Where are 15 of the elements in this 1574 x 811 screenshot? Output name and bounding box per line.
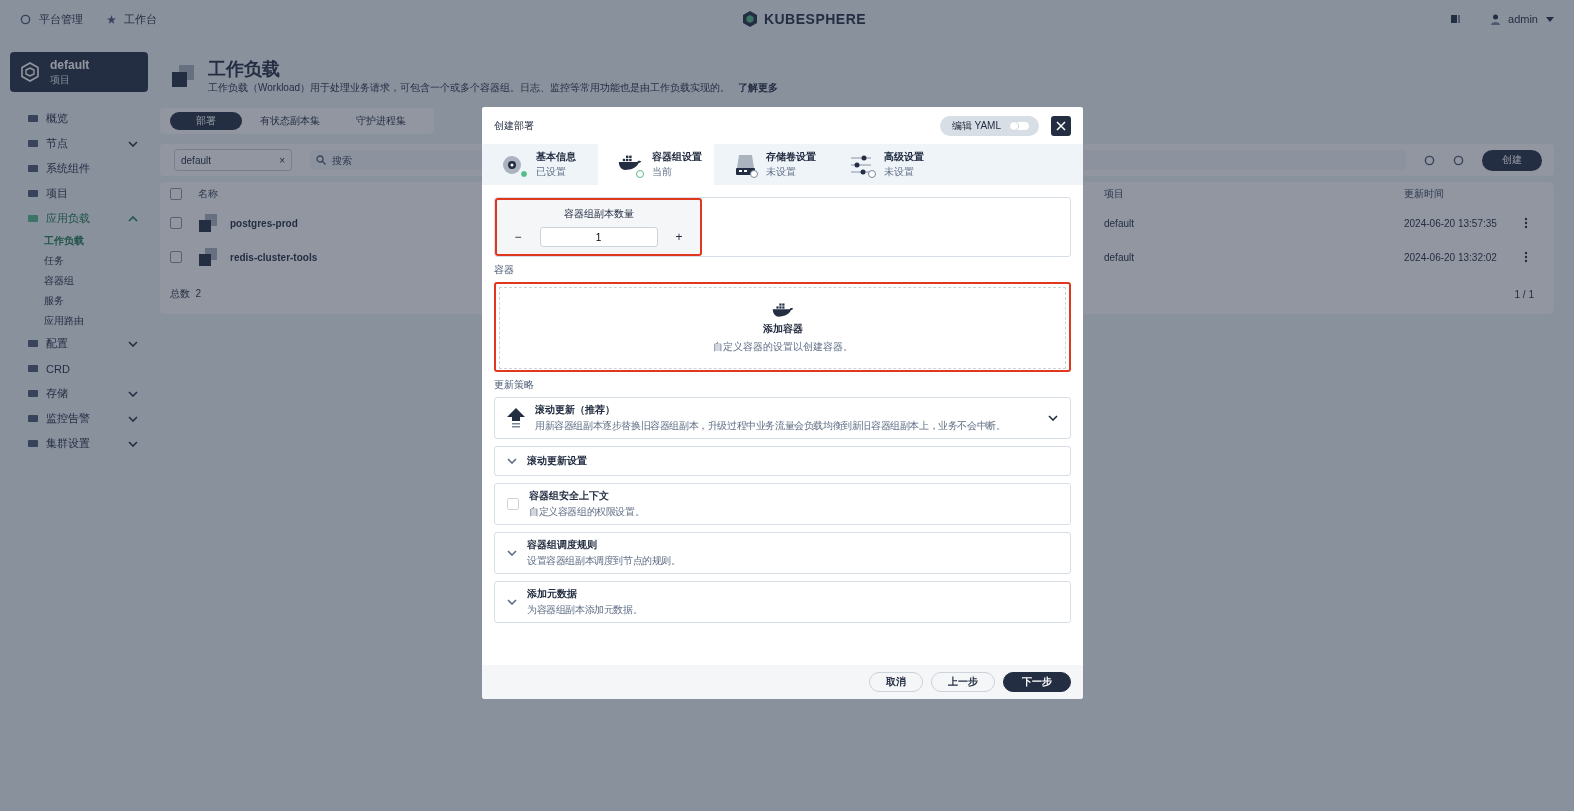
pagination: 1 / 1 — [1514, 288, 1534, 300]
table-cell-text: 2024-06-20 13:32:02 — [1404, 251, 1498, 263]
table-cell-text: default — [1104, 217, 1136, 229]
table-cell-text: default — [1104, 251, 1136, 263]
dialog-title: 创建部署 — [494, 118, 535, 133]
total-count: 总数 2 — [170, 287, 202, 301]
section-label: 更新策略 — [494, 378, 535, 392]
workspace-type: 项目 — [50, 73, 70, 85]
workspace-name: default — [50, 57, 90, 72]
column-header: 项目 — [1104, 187, 1125, 201]
page-title: 工作负载 — [208, 58, 281, 81]
replica-label: 容器组副本数量 — [563, 207, 634, 221]
section-label: 容器 — [494, 263, 515, 277]
table-cell-text: 2024-06-20 13:57:35 — [1404, 217, 1498, 229]
logo-text: KUBESPHERE — [763, 11, 867, 27]
